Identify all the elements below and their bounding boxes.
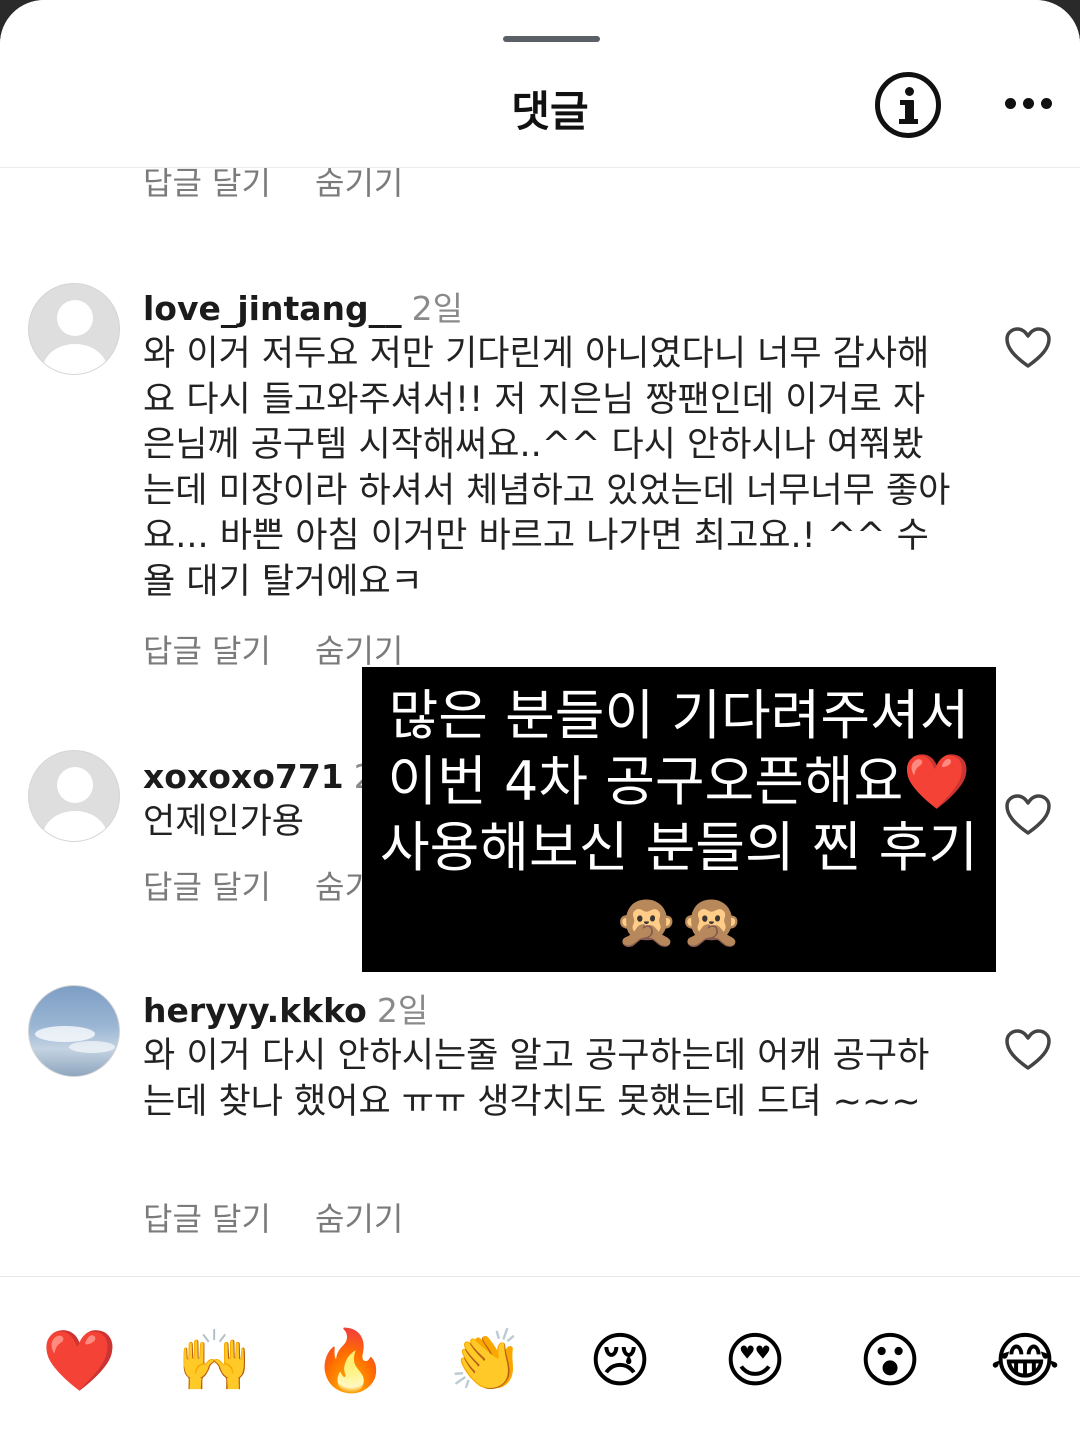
overlay-line: 많은 분들이 기다려주셔서	[388, 684, 970, 747]
like-heart-icon[interactable]	[1004, 793, 1052, 837]
overlay-line: 사용해보신 분들의 찐 후기	[380, 816, 978, 879]
tears-of-joy-emoji-icon[interactable]: 😂	[990, 1326, 1060, 1396]
reply-button[interactable]: 답글 달기	[143, 168, 271, 204]
hide-button[interactable]: 숨기기	[315, 626, 403, 672]
like-heart-icon[interactable]	[1004, 1028, 1052, 1072]
crying-face-emoji-icon[interactable]: 😢	[585, 1326, 655, 1396]
comment-username[interactable]: love_jintang__ 2일	[143, 282, 463, 330]
quick-reaction-bar: ❤️ 🙌 🔥 👏 😢 😍 😮 😂	[0, 1276, 1080, 1440]
like-heart-icon[interactable]	[1004, 326, 1052, 370]
avatar[interactable]	[28, 283, 120, 375]
comment-text: 와 이거 저두요 저만 기다린게 아니였다니 너무 감사해요 다시 들고와주셔서…	[143, 334, 951, 602]
avatar[interactable]	[28, 750, 120, 842]
reply-button[interactable]: 답글 달기	[143, 1194, 271, 1240]
clapping-hands-emoji-icon[interactable]: 👏	[449, 1326, 524, 1396]
comment-text: 와 이거 다시 안하시는줄 알고 공구하는데 어캐 공구하는데 찾나 했어요 ㅠ…	[143, 1036, 930, 1122]
fire-emoji-icon[interactable]: 🔥	[313, 1326, 388, 1396]
overlay-line: 이번 4차 공구오픈해요❤️	[387, 750, 971, 813]
sheet-header: 댓글	[0, 0, 1080, 168]
comment-time: 2일	[376, 991, 429, 1030]
monkey-emoji-icon: 🙊🙊	[614, 892, 744, 952]
more-options-icon[interactable]	[1005, 98, 1053, 112]
heart-eyes-emoji-icon[interactable]: 😍	[720, 1326, 790, 1396]
raising-hands-emoji-icon[interactable]: 🙌	[177, 1326, 252, 1396]
story-text-overlay: 많은 분들이 기다려주셔서 이번 4차 공구오픈해요❤️ 사용해보신 분들의 찐…	[362, 667, 996, 972]
avatar[interactable]	[28, 985, 120, 1077]
comments-sheet: 댓글 답글 달기 숨기기 love_jintang__ 2일 와 이거 저두요 저…	[0, 0, 1080, 1440]
red-heart-emoji-icon[interactable]: ❤️	[42, 1326, 117, 1396]
reply-button[interactable]: 답글 달기	[143, 626, 271, 672]
info-icon[interactable]	[875, 72, 941, 138]
hide-button[interactable]: 숨기기	[315, 168, 403, 204]
comment-username[interactable]: heryyy.kkko 2일	[143, 984, 428, 1032]
hide-button[interactable]: 숨기기	[315, 1194, 403, 1240]
reply-button[interactable]: 답글 달기	[143, 862, 271, 908]
comment-time: 2일	[411, 289, 464, 328]
drag-handle[interactable]	[503, 36, 600, 42]
surprised-face-emoji-icon[interactable]: 😮	[855, 1326, 925, 1396]
